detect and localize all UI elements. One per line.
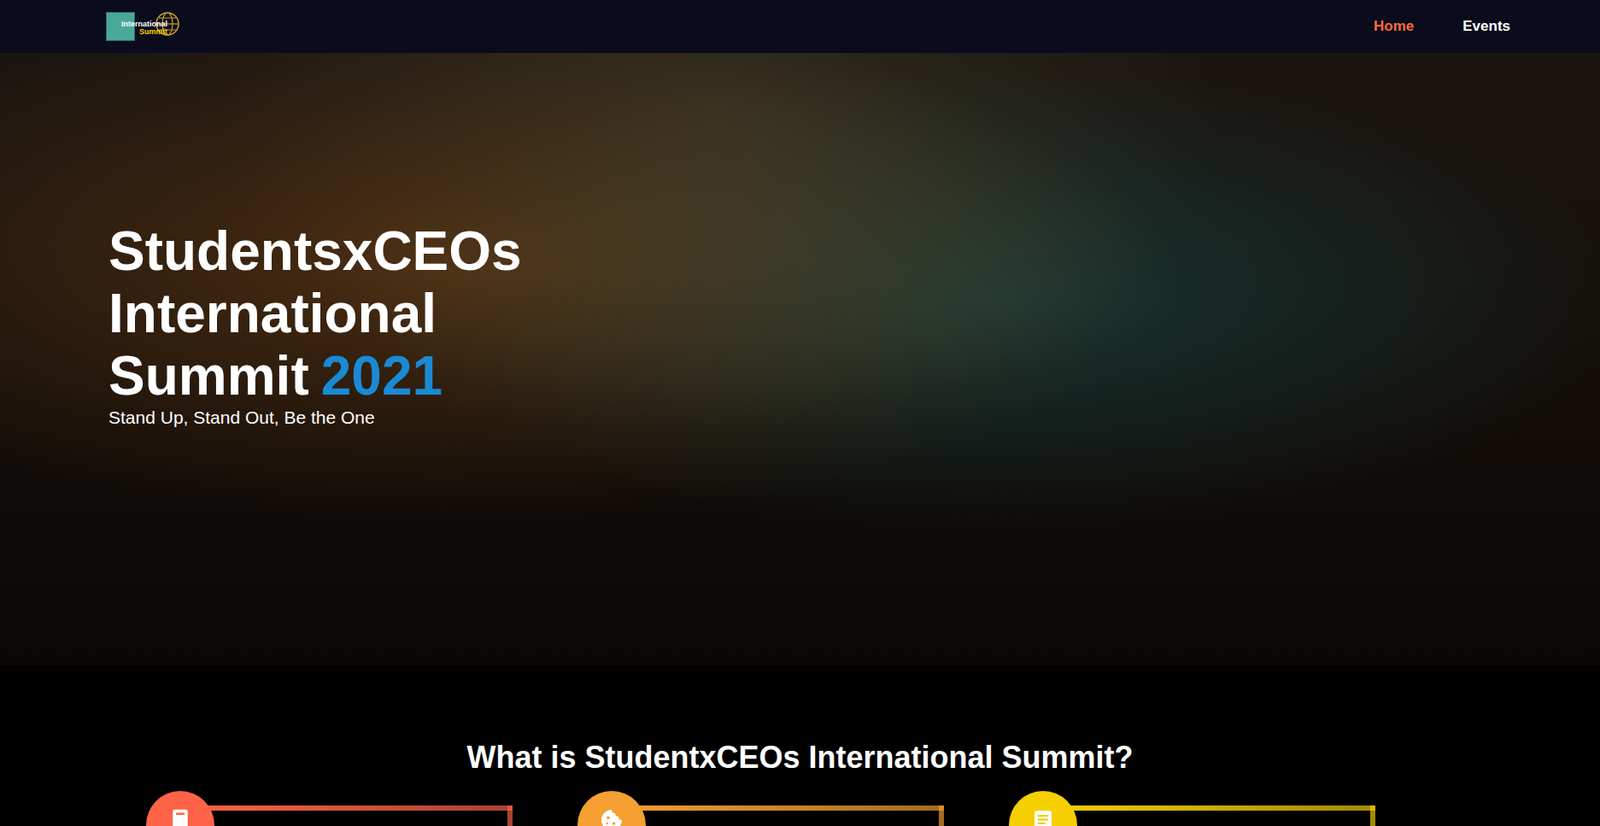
info-card	[577, 791, 944, 826]
hero-title: StudentsxCEOsInternationalSummit2021	[108, 220, 1600, 408]
logo-text: International	[121, 20, 168, 29]
nav-link[interactable]: Events	[1462, 15, 1511, 38]
about-section: What is StudentxCEOs International Summi…	[0, 665, 1600, 826]
nav-link[interactable]: Home	[1373, 15, 1414, 38]
title-line: International	[108, 282, 437, 345]
info-card	[146, 791, 513, 826]
info-card	[1008, 791, 1376, 826]
hero: StudentsxCEOsInternationalSummit2021 Sta…	[0, 52, 1600, 666]
hero-subtitle: Stand Up, Stand Out, Be the One	[108, 407, 1600, 428]
card-icon-circle	[1008, 791, 1078, 826]
card-icon-circle	[577, 791, 646, 826]
logo[interactable]: International Summit	[105, 10, 182, 43]
note-icon	[1030, 806, 1056, 826]
card-icon-circle	[146, 791, 215, 826]
cookie-icon	[597, 806, 626, 826]
book-icon	[167, 806, 194, 826]
title-line: Summit	[108, 345, 310, 407]
section-heading: What is StudentxCEOs International Summi…	[0, 738, 1600, 777]
navbar: International Summit Home Events	[0, 0, 1600, 53]
title-line: StudentsxCEOs	[108, 220, 522, 282]
title-year: 2021	[321, 345, 443, 407]
logo-text: Summit	[139, 28, 168, 36]
